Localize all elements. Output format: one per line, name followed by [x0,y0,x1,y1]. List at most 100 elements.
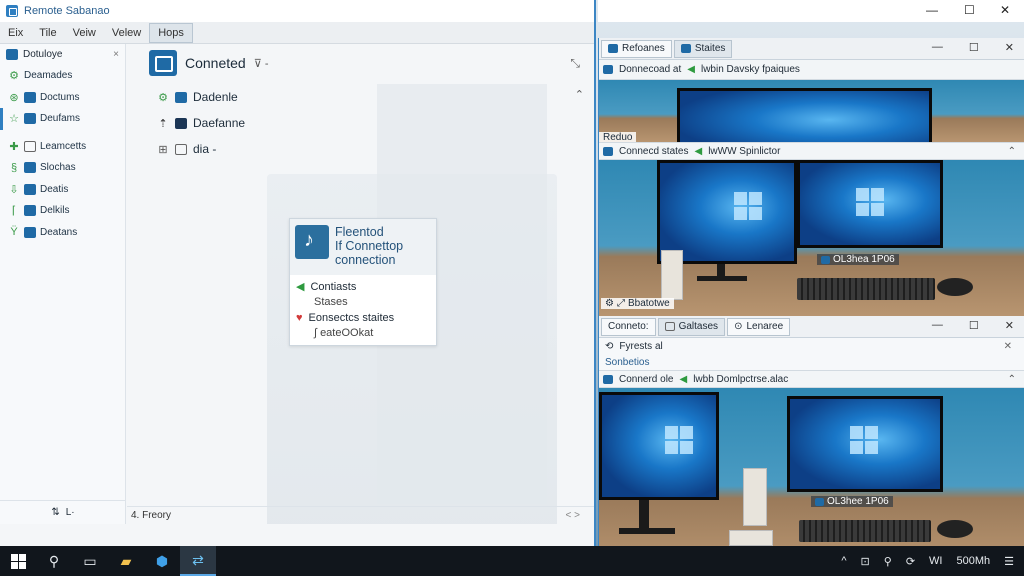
maximize-button[interactable]: ☐ [969,319,979,332]
pin-icon: ⇩ [9,183,19,196]
menu-item-tile[interactable]: Tile [31,24,64,42]
arrow-icon: ◀ [679,373,688,385]
network-icon: ⊛ [9,91,19,104]
tab-lenaree[interactable]: ⊙ Lenaree [727,317,791,336]
tab-galtases[interactable]: Galtases [657,317,726,336]
notepad [729,530,773,546]
collapse-icon[interactable]: ⌃ [1008,374,1016,385]
status-text: 4. Freory [131,510,172,521]
tab-conneto[interactable]: Conneto: [601,317,656,336]
tray-network-icon[interactable]: ⚲ [884,555,892,568]
maximize-button[interactable]: ☐ [964,3,975,17]
session-info-bar: Donnecoad at ◀ lwbin Davsky fpaiques [599,60,1024,80]
folder-icon [24,113,36,125]
menu-item-help[interactable]: Hops [149,22,193,43]
store-icon[interactable]: ⬢ [144,546,180,576]
tray-display-icon[interactable]: ⊡ [861,555,870,568]
session-detail: lwbb Domlpctrse.alac [693,373,789,385]
sidebar-close-icon[interactable]: × [113,49,119,60]
card-row: Stases [290,295,436,311]
tab-label: Lenaree [746,321,784,332]
collapse-icon[interactable]: ⌃ [1008,146,1016,157]
mouse [937,278,973,296]
sidebar-item-4[interactable]: ✚ Leamcetts [0,136,125,158]
sidebar-item-label: Deamades [24,70,73,82]
minimize-button[interactable]: — [926,3,938,17]
collapse-icon[interactable]: ⌃ [575,88,584,101]
screen [660,163,794,261]
minimize-button[interactable]: — [932,319,943,332]
main-pane: Conneted ⊽ - ⤡ ⌃ ⚙ Dadenle ⇡ Daefanne ⊞ … [127,44,594,524]
status-nav[interactable]: < > [566,510,580,521]
tray-sync-icon[interactable]: ⟳ [906,555,915,568]
close-button[interactable]: ✕ [1005,319,1014,332]
maximize-button[interactable]: ☐ [969,41,979,54]
session-toolbar-label: Bbatotwe [627,298,670,309]
document-icon [24,140,36,152]
sidebar-footer[interactable]: ⇅ L· [0,500,126,524]
gear-icon: ⚙ [9,70,19,83]
tab-refoanes[interactable]: Refoanes [601,39,672,58]
sidebar-item-6[interactable]: ⇩ Deatis [0,179,125,201]
remote-desktop-icon[interactable]: ⇄ [180,546,216,576]
tree-item-1[interactable]: ⚙ Dadenle [157,90,238,104]
menu-item-file[interactable]: Eix [0,24,31,42]
session-icon [603,146,613,156]
session-icon [664,322,675,331]
session-status: Donnecoad at [619,64,682,75]
window-title-bar[interactable]: Remote Sabanao [0,0,594,22]
monitor-icon [815,497,824,506]
explorer-icon[interactable]: ▰ [108,546,144,576]
tray-clock[interactable]: 500Mh [956,555,990,567]
sidebar-item-3[interactable]: ☆ Deufams [0,108,125,130]
card-row-label: Stases [314,296,348,309]
close-button[interactable]: ✕ [1005,41,1014,54]
card-row[interactable]: ♥ Eonsectcs staites [290,310,436,326]
menu-item-view[interactable]: Veiw [65,24,104,42]
tray-overflow-icon[interactable]: ^ [841,555,846,567]
session-label: Reduo [599,132,637,142]
remote-desktop-icon [149,50,177,76]
task-view-icon[interactable]: ▭ [72,546,108,576]
card-row-label: Eonsectcs staites [308,311,395,324]
sidebar-item-8[interactable]: Ϋ Deatans [0,222,125,244]
tab-label: Refoanes [622,43,665,54]
sidebar-item-1[interactable]: ⚙ Deamades [0,65,125,87]
sidebar-item-7[interactable]: ⌈ Delkils [0,200,125,222]
settings-icon[interactable]: ⚙ [605,298,614,309]
notifications-icon[interactable]: ☰ [1004,555,1014,568]
remote-session-view-3[interactable]: OL3hee 1P06 [599,388,1024,566]
start-icon[interactable] [0,546,36,576]
card-row[interactable]: ◀ Contiasts [290,279,436,295]
session-label: OL3hea 1P06 [817,254,899,265]
sidebar-item-2[interactable]: ⊛ Doctums [0,87,125,109]
close-button[interactable]: ✕ [1000,3,1010,17]
monitor [657,160,797,264]
tree-item-3[interactable]: ⊞ dia - [157,142,216,156]
session-toolbar[interactable]: ⚙ ⤢ Bbatotwe [601,298,674,309]
remote-session-view-1[interactable]: Reduo [599,80,1024,142]
arrow-icon: ◀ [296,281,305,294]
filter-dropdown-icon[interactable]: ⊽ - [254,57,269,70]
close-icon[interactable]: ✕ [1004,341,1012,352]
expand-icon[interactable]: ⤢ [617,298,625,309]
tree-item-2[interactable]: ⇡ Daefanne [157,116,245,130]
session-tabs: Conneto: Galtases ⊙ Lenaree — ☐ ✕ [599,316,1024,338]
session-icon [680,44,691,53]
minimize-button[interactable]: — [932,41,943,54]
pin-icon[interactable]: ⤡ [570,56,580,71]
monitor-icon [175,117,187,129]
monitor-stand [717,264,725,276]
sidebar: Dotuloye × ⚙ Deamades ⊛ Doctums ☆ Deufam… [0,44,126,524]
connection-card[interactable]: Fleentod If Connettop connection ◀ Conti… [289,218,437,346]
tray-wifi-label[interactable]: WI [929,555,942,567]
session-detail-text: Fyrests al [619,340,663,352]
menu-item-velew[interactable]: Velew [104,24,149,42]
tab-staites[interactable]: Staites [673,39,733,58]
remote-session-view-2[interactable]: OL3hea 1P06 ⚙ ⤢ Bbatotwe [599,160,1024,316]
sidebar-item-5[interactable]: § Slochas [0,157,125,179]
sidebar-item-label: Deufams [40,113,81,125]
search-icon[interactable]: ⚲ [36,546,72,576]
connection-heading[interactable]: Conneted ⊽ - [149,50,269,76]
right-window-title-bar[interactable]: — ☐ ✕ [598,0,1024,22]
